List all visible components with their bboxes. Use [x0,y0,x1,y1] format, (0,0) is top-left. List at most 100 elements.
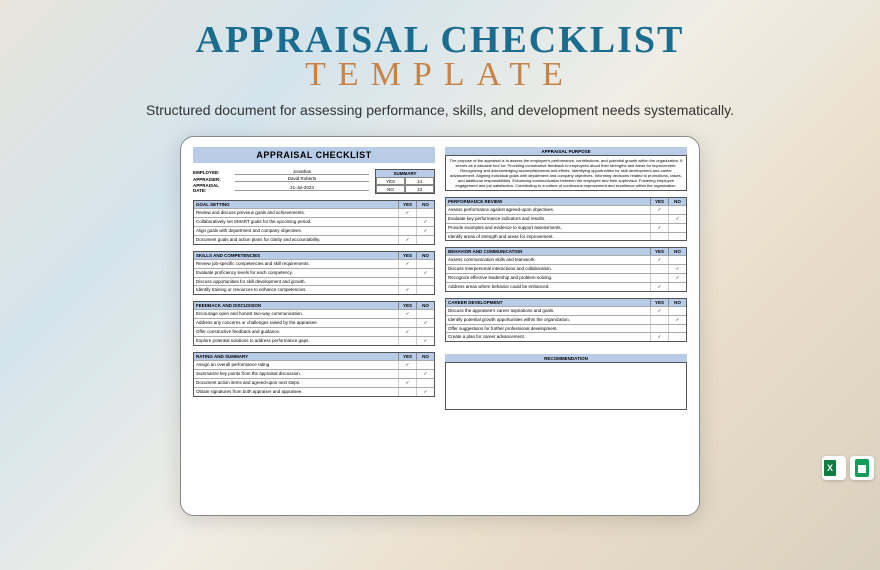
checklist-row: Review job-specific competencies and ski… [194,259,434,268]
checklist-row: Address any concerns or challenges raise… [194,318,434,327]
checklist-row: Evaluate proficiency levels for each com… [194,268,434,277]
checklist-row: Document action items and agreed-upon ne… [194,378,434,387]
recommendation-block: RECOMMENDATION [445,354,687,410]
checklist-row: Review and discuss previous goals and ac… [194,208,434,217]
yes-mark: ✓ [650,256,668,264]
no-mark [668,233,686,240]
excel-icon[interactable] [822,456,846,480]
checklist-row: Assess communication skills and teamwork… [446,255,686,264]
no-mark: ✓ [416,269,434,277]
no-mark [416,236,434,244]
row-text: Offer suggestions for further profession… [446,325,650,332]
no-mark [668,206,686,214]
checklist-row: Offer suggestions for further profession… [446,324,686,332]
purpose-title: APPRAISAL PURPOSE [445,147,687,155]
title-sub: TEMPLATE [0,56,880,94]
section: BEHAVIOR AND COMMUNICATIONYESNOAssess co… [445,247,687,292]
checklist-row: Obtain signatures from both appraiser an… [194,387,434,396]
no-mark: ✓ [416,337,434,345]
row-text: Offer constructive feedback and guidance… [194,328,398,336]
no-mark [416,278,434,285]
yes-mark [398,269,416,277]
yes-mark [650,325,668,332]
yes-mark: ✓ [398,260,416,268]
row-text: Review job-specific competencies and ski… [194,260,398,268]
yes-mark [650,265,668,273]
section: GOAL SETTINGYESNOReview and discuss prev… [193,200,435,245]
row-text: Assess performance against agreed-upon o… [446,206,650,214]
no-mark [668,307,686,315]
yes-col: YES [650,248,668,255]
row-text: Explore potential solutions to address p… [194,337,398,345]
no-col: NO [416,353,434,360]
no-mark [668,283,686,291]
row-text: Summarize key points from the appraisal … [194,370,398,378]
no-mark: ✓ [668,265,686,273]
yes-mark [398,319,416,327]
checklist-row: Discuss interpersonal interactions and c… [446,264,686,273]
checklist-row: Document goals and action plans for clar… [194,235,434,244]
yes-mark [398,337,416,345]
no-mark: ✓ [668,274,686,282]
purpose-block: APPRAISAL PURPOSE The purpose of the app… [445,147,687,191]
row-text: Address areas where behavior could be en… [446,283,650,291]
row-text: Discuss opportunities for skill developm… [194,278,398,285]
yes-mark: ✓ [650,224,668,232]
section: PERFORMANCE REVIEWYESNOAssess performanc… [445,197,687,241]
checklist-row: Evaluate key performance indicators and … [446,214,686,223]
page-header: APPRAISAL CHECKLIST TEMPLATE Structured … [0,0,880,118]
section: SKILLS AND COMPETENCIESYESNOReview job-s… [193,251,435,295]
row-text: Review and discuss previous goals and ac… [194,209,398,217]
section: RATING AND SUMMARYYESNOAssign an overall… [193,352,435,397]
meta-block: EMPLOYEE:Jonathan APPRAISER:David Robert… [193,169,435,194]
yes-mark [398,218,416,226]
recommendation-title: RECOMMENDATION [445,354,687,362]
no-mark: ✓ [416,227,434,235]
no-mark [668,325,686,332]
no-mark: ✓ [416,370,434,378]
section-title: GOAL SETTING [194,201,398,208]
checklist-row: Identify potential growth opportunities … [446,315,686,324]
row-text: Collaboratively set SMART goals for the … [194,218,398,226]
yes-mark [398,370,416,378]
checklist-row: Collaboratively set SMART goals for the … [194,217,434,226]
row-text: Document goals and action plans for clar… [194,236,398,244]
no-mark [416,286,434,294]
yes-col: YES [398,302,416,309]
checklist-row: Discuss opportunities for skill developm… [194,277,434,285]
checklist-row: Address areas where behavior could be en… [446,282,686,291]
row-text: Evaluate key performance indicators and … [446,215,650,223]
yes-mark: ✓ [650,283,668,291]
purpose-body: The purpose of the appraisal is to asses… [445,155,687,191]
download-icons [822,456,874,480]
summary-yes-value: 14 [405,177,434,185]
row-text: Obtain signatures from both appraiser an… [194,388,398,396]
section-title: FEEDBACK AND DISCUSSION [194,302,398,309]
no-col: NO [668,299,686,306]
preview-left-column: APPRAISAL CHECKLIST EMPLOYEE:Jonathan AP… [193,147,435,505]
yes-col: YES [650,198,668,205]
no-mark [668,224,686,232]
row-text: Evaluate proficiency levels for each com… [194,269,398,277]
date-label: APPRAISAL DATE: [193,183,231,193]
yes-mark [650,215,668,223]
row-text: Address any concerns or challenges raise… [194,319,398,327]
row-text: Assess communication skills and teamwork… [446,256,650,264]
section: FEEDBACK AND DISCUSSIONYESNOEncourage op… [193,301,435,346]
yes-col: YES [398,201,416,208]
checklist-row: Provide examples and evidence to support… [446,223,686,232]
google-sheets-icon[interactable] [850,456,874,480]
yes-mark [398,388,416,396]
subtitle: Structured document for assessing perfor… [0,102,880,118]
yes-mark [650,274,668,282]
no-mark [416,310,434,318]
no-col: NO [416,252,434,259]
section: CAREER DEVELOPMENTYESNODiscuss the appra… [445,298,687,342]
checklist-row: Align goals with department and company … [194,226,434,235]
section-title: PERFORMANCE REVIEW [446,198,650,205]
section-title: BEHAVIOR AND COMMUNICATION [446,248,650,255]
summary-box: SUMMARY YES 14 NO 13 [375,169,435,194]
row-text: Identify potential growth opportunities … [446,316,650,324]
row-text: Document action items and agreed-upon ne… [194,379,398,387]
checklist-row: Create a plan for career advancement.✓ [446,332,686,341]
